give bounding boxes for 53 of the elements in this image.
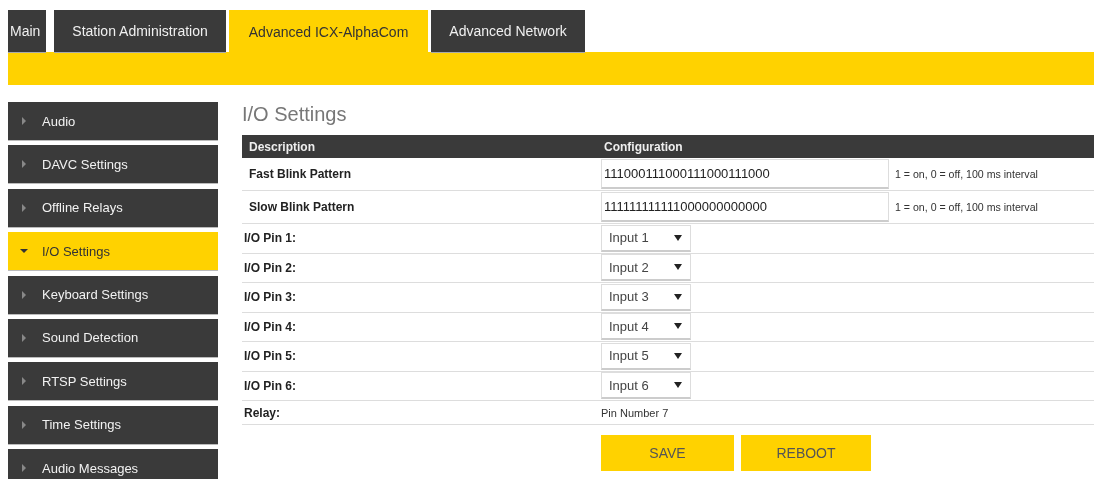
sidebar-item[interactable]: RTSP Settings [8,362,218,402]
dropdown[interactable]: Input 3 [601,283,691,311]
row-label: I/O Pin 1: [243,231,297,246]
caret-right-icon [20,420,28,429]
caret-right-icon [20,160,28,169]
sidebar-item[interactable]: Time Settings [8,405,218,445]
row-label: Slow Blink Pattern [248,200,356,214]
caret-down-icon [20,247,28,256]
caret-down-icon [674,323,682,330]
row-label: Relay: [243,405,282,420]
column-header: Description [248,139,316,154]
dropdown[interactable]: Input 6 [601,372,691,400]
row-label: I/O Pin 5: [243,349,297,364]
nav-tab[interactable]: Advanced ICX-AlphaCom [228,10,429,53]
sidebar-item[interactable]: DAVC Settings [8,145,218,185]
row-label: I/O Pin 3: [243,290,297,305]
caret-right-icon [20,464,28,473]
hint-text: 1 = on, 0 = off, 100 ms interval [894,201,1039,213]
section-title: I/O Settings [242,103,348,126]
caret-down-icon [674,234,682,241]
dropdown[interactable]: Input 1 [601,224,691,252]
row-label: Fast Blink Pattern [248,167,353,181]
action-button[interactable]: REBOOT [741,435,871,471]
nav-tab[interactable]: Advanced Network [431,10,585,53]
sidebar-item[interactable]: Sound Detection [8,318,218,358]
row-label: I/O Pin 2: [243,260,297,275]
dropdown[interactable]: Input 4 [601,313,691,341]
dropdown[interactable]: Input 5 [601,342,691,370]
action-button[interactable]: SAVE [601,435,734,471]
hint-text: 1 = on, 0 = off, 100 ms interval [894,168,1039,180]
pattern-field[interactable]: 111000111000111000111000 [601,159,889,189]
caret-right-icon [20,377,28,386]
caret-right-icon [20,203,28,212]
caret-down-icon [674,293,682,300]
caret-down-icon [674,264,682,271]
nav-tab[interactable]: Station Administration [54,10,226,53]
row-label: I/O Pin 6: [243,378,297,393]
caret-right-icon [20,117,28,125]
pattern-field[interactable]: 111111111111000000000000 [601,192,889,222]
sidebar-item[interactable]: Offline Relays [8,188,218,228]
nav-tab[interactable]: Main [8,10,47,53]
caret-down-icon [674,352,682,359]
caret-right-icon [20,290,28,299]
sidebar-item[interactable]: I/O Settings [8,232,218,272]
caret-right-icon [20,333,28,342]
sidebar-item[interactable]: Audio Messages [8,449,218,479]
caret-down-icon [674,382,682,389]
relay-value: Pin Number 7 [601,406,669,419]
row-label: I/O Pin 4: [243,319,297,334]
dropdown[interactable]: Input 2 [601,254,691,282]
column-header: Configuration [603,139,684,154]
sidebar-item[interactable]: Keyboard Settings [8,275,218,315]
sidebar-item[interactable]: Audio [8,102,218,141]
